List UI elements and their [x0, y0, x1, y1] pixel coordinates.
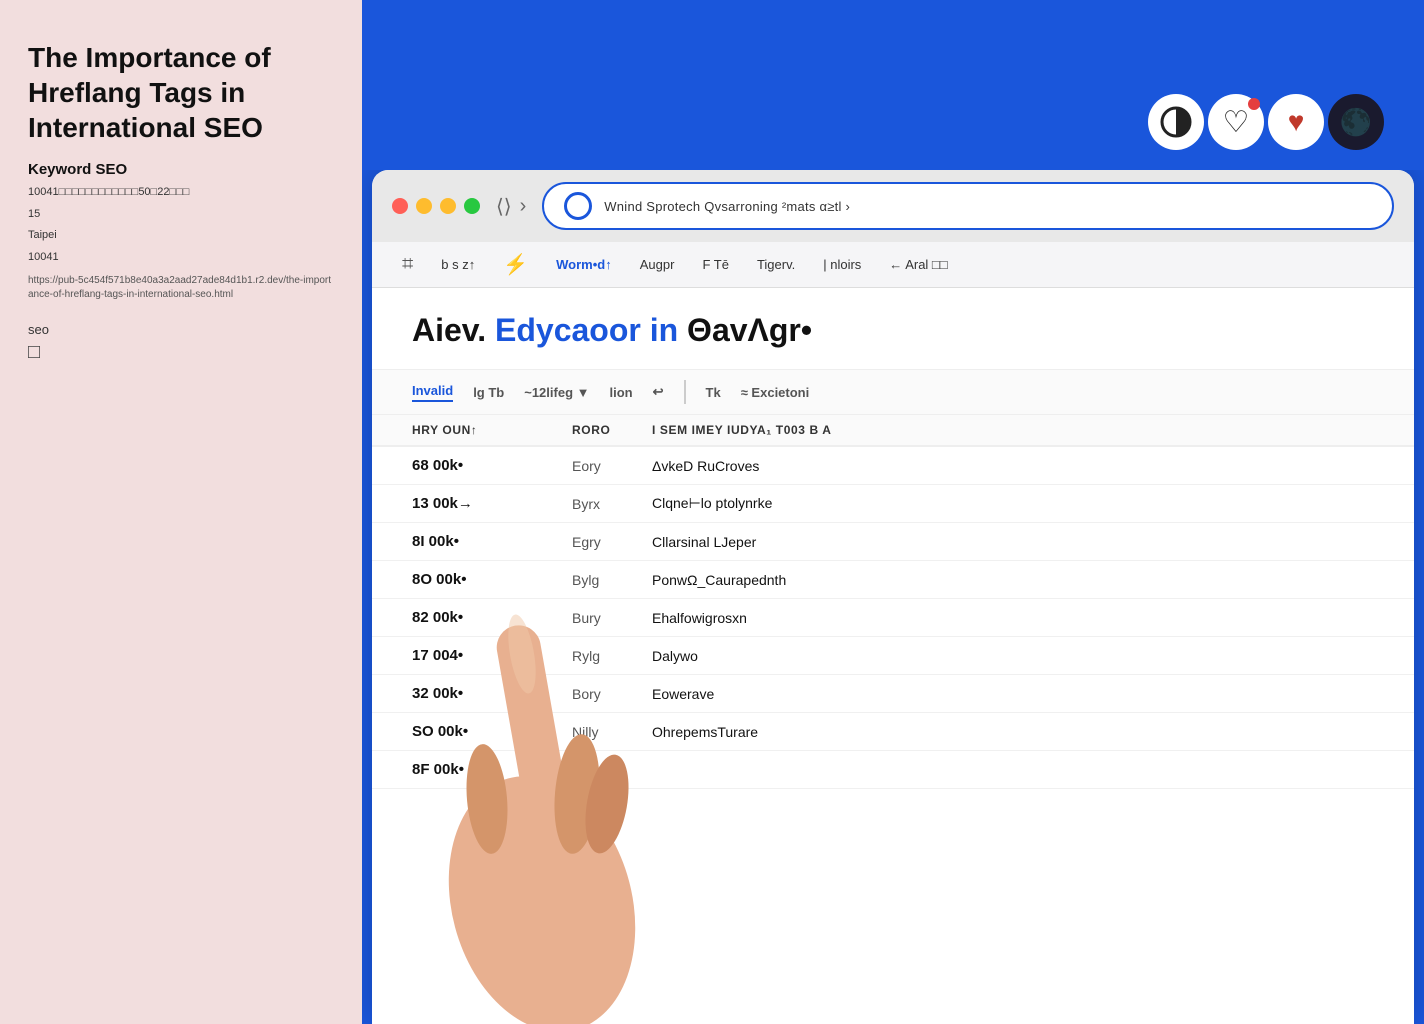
toolbar-icon-1: ⚡ [503, 252, 528, 277]
tab-excietoni[interactable]: ≈ Excietoni [741, 385, 810, 400]
browser-chrome: ⟨⟩ › Wnind Sprotech Qvsarroning ²mats α≥… [372, 170, 1414, 242]
col-header-3: I sem IMey iudya₁ T003 b a [652, 423, 1374, 437]
tab-tk[interactable]: Tk [706, 385, 721, 400]
tag-icon: □ [28, 341, 334, 364]
col-header-2: Roro [572, 423, 652, 437]
cell-volume: SO 00k• [412, 723, 572, 740]
tag-label: seo [28, 322, 334, 337]
cell-col2: Bury [572, 610, 652, 626]
page-article-title: The Importance of Hreflang Tags in Inter… [28, 40, 334, 145]
top-icon-4[interactable]: 🌑 [1328, 94, 1384, 150]
column-headers: Hry oun↑ Roro I sem IMey iudya₁ T003 b a [372, 415, 1414, 447]
browser-content: Aiev. Edycaoor in ΘavΛgr• Invalid lg Tb … [372, 288, 1414, 1024]
maximize-button[interactable] [464, 198, 480, 214]
address-circle-icon [564, 192, 592, 220]
data-rows: 68 00k• Eory ΔvkeD RuCroves 13 00k→ Byrx… [372, 447, 1414, 789]
table-row[interactable]: 17 004• Rylg Dalywo [372, 637, 1414, 675]
toolbar-icon-0: ⌗ [402, 253, 413, 276]
toolbar-item-fte[interactable]: F Tē [702, 257, 729, 272]
address-text: Wnind Sprotech Qvsarroning ²mats α≥tl › [604, 199, 850, 214]
meta-line-1: 10041□□□□□□□□□□□□50□22□□□ [28, 184, 334, 202]
toolbar-item-0[interactable]: b s z↑ [441, 257, 475, 272]
circle-half-icon [1160, 106, 1192, 138]
keyword-label: Keyword SEO [28, 161, 334, 178]
table-row[interactable]: 32 00k• Bory Eowerave [372, 675, 1414, 713]
toolbar-item-nloirs[interactable]: | nloirs [823, 257, 861, 272]
top-bar: ♡ ♥ 🌑 [362, 0, 1424, 170]
tab-lion[interactable]: lion [610, 385, 633, 400]
minimize-button[interactable] [416, 198, 432, 214]
cell-volume: 8I 00k• [412, 533, 572, 550]
toolbar-item-augpr[interactable]: Augpr [640, 257, 675, 272]
cell-keyword: Dalywo [652, 648, 1374, 664]
cell-keyword: PonwΩ_Caurapednth [652, 572, 1374, 588]
toolbar-item-aral[interactable]: ← Αral □□ [889, 257, 947, 272]
cell-col2: Egry [572, 534, 652, 550]
meta-line-2: 15 [28, 206, 334, 224]
cell-col2: Bylg [572, 572, 652, 588]
cell-volume: 68 00k• [412, 457, 572, 474]
cell-volume: 82 00k• [412, 609, 572, 626]
page-header: Aiev. Edycaoor in ΘavΛgr• [372, 288, 1414, 370]
dark-circle-icon: 🌑 [1340, 107, 1372, 138]
traffic-lights [392, 198, 480, 214]
title-part2: Edycaoor in [495, 312, 678, 348]
main-area: ♡ ♥ 🌑 ⟨⟩ › [362, 0, 1424, 1024]
address-bar[interactable]: Wnind Sprotech Qvsarroning ²mats α≥tl › [542, 182, 1394, 230]
heart-filled-icon: ♥ [1288, 106, 1305, 138]
table-tabs: Invalid lg Tb ~12lifeg ▼ lion ↩ Tk ≈ Exc… [372, 370, 1414, 415]
cell-volume: 32 00k• [412, 685, 572, 702]
cell-keyword: Ehalfowigrosxn [652, 610, 1374, 626]
title-part1: Aiev. [412, 312, 495, 348]
table-row[interactable]: 13 00k→ Byrx Clqne⊢lo ptolynrke [372, 485, 1414, 523]
top-icons-group: ♡ ♥ 🌑 [1148, 94, 1384, 150]
cell-keyword: ΔvkeD RuCroves [652, 458, 1374, 474]
cell-keyword: Clqne⊢lo ptolynrke [652, 495, 1374, 512]
notification-dot [1248, 98, 1260, 110]
browser-window: ⟨⟩ › Wnind Sprotech Qvsarroning ²mats α≥… [372, 170, 1414, 1024]
cell-col2: Nilly [572, 724, 652, 740]
top-icon-3[interactable]: ♥ [1268, 94, 1324, 150]
cell-keyword: Cllarsinal LJeper [652, 534, 1374, 550]
cell-col2: Bory [572, 686, 652, 702]
table-row[interactable]: 8I 00k• Egry Cllarsinal LJeper [372, 523, 1414, 561]
table-row[interactable]: 68 00k• Eory ΔvkeD RuCroves [372, 447, 1414, 485]
divider [684, 380, 686, 404]
tab-invalid[interactable]: Invalid [412, 383, 453, 402]
toolbar-item-tigerv[interactable]: Tigerv. [757, 257, 795, 272]
article-url: https://pub-5c454f571b8e40a3a2aad27ade84… [28, 274, 334, 302]
forward-button[interactable]: › [520, 194, 527, 219]
table-row[interactable]: 8O 00k• Bylg PonwΩ_Caurapednth [372, 561, 1414, 599]
yellow-light[interactable] [440, 198, 456, 214]
cell-col2: Byrx [572, 496, 652, 512]
browser-toolbar: ⌗ b s z↑ ⚡ Worm•d↑ Augpr F Tē Tigerv. | … [372, 242, 1414, 288]
page-content-title: Aiev. Edycaoor in ΘavΛgr• [412, 312, 1374, 349]
browser-nav: ⟨⟩ › [496, 194, 526, 219]
close-button[interactable] [392, 198, 408, 214]
col-header-1: Hry oun↑ [412, 423, 572, 437]
cell-col2: Eory [572, 458, 652, 474]
tab-arrow[interactable]: ↩ [653, 384, 664, 400]
cell-volume: 17 004• [412, 647, 572, 664]
title-part3: ΘavΛgr• [678, 312, 812, 348]
top-icon-2[interactable]: ♡ [1208, 94, 1264, 150]
cell-volume: 8F 00k• [412, 761, 572, 778]
cell-keyword: OhrepemsTurare [652, 724, 1374, 740]
tab-12lifeg[interactable]: ~12lifeg ▼ [524, 385, 589, 400]
sidebar: The Importance of Hreflang Tags in Inter… [0, 0, 362, 1024]
top-icon-1[interactable] [1148, 94, 1204, 150]
meta-line-4: 10041 [28, 249, 334, 267]
cell-volume: 13 00k→ [412, 495, 572, 512]
tab-lg[interactable]: lg Tb [473, 385, 504, 400]
cell-keyword: Eowerave [652, 686, 1374, 702]
back-button[interactable]: ⟨⟩ [496, 194, 512, 219]
heart-icon: ♡ [1223, 105, 1250, 140]
table-row[interactable]: 82 00k• Bury Ehalfowigrosxn [372, 599, 1414, 637]
table-row[interactable]: SO 00k• Nilly OhrepemsTurare [372, 713, 1414, 751]
table-row[interactable]: 8F 00k• [372, 751, 1414, 789]
cell-volume: 8O 00k• [412, 571, 572, 588]
cell-col2: Rylg [572, 648, 652, 664]
toolbar-item-worm[interactable]: Worm•d↑ [556, 257, 612, 272]
meta-line-3: Taipei [28, 227, 334, 245]
